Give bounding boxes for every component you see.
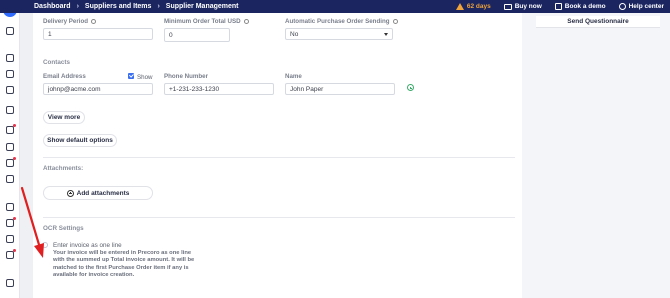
- min-order-label-text: Minimum Order Total USD: [164, 18, 241, 25]
- chevron-right-icon: ›: [76, 3, 79, 10]
- divider: [43, 217, 515, 218]
- receipt-icon[interactable]: [6, 124, 16, 134]
- breadcrumb: Dashboard › Suppliers and Items › Suppli…: [34, 0, 239, 13]
- document-icon[interactable]: [6, 143, 14, 151]
- info-icon[interactable]: [91, 18, 97, 24]
- cart-icon: [503, 3, 512, 10]
- contacts-title: Contacts: [43, 59, 70, 66]
- info-icon[interactable]: [392, 18, 398, 24]
- ocr-description-line: matched to the first Purchase Order item…: [53, 264, 189, 271]
- workflow-icon[interactable]: [6, 54, 14, 62]
- view-more-button[interactable]: View more: [43, 111, 85, 124]
- add-contact-icon[interactable]: [407, 84, 414, 91]
- info-icon[interactable]: [243, 18, 249, 24]
- min-order-label: Minimum Order Total USD: [164, 18, 249, 25]
- invoice-icon[interactable]: [6, 106, 14, 114]
- cart-icon[interactable]: [6, 70, 14, 78]
- help-center-button[interactable]: Help center: [618, 3, 664, 10]
- analytics-icon[interactable]: [6, 235, 14, 243]
- warehouse-icon[interactable]: [6, 175, 14, 183]
- name-input[interactable]: John Paper: [285, 83, 395, 95]
- email-input[interactable]: johnp@acme.com: [43, 83, 153, 95]
- auto-po-label: Automatic Purchase Order Sending: [285, 18, 398, 25]
- sidebar: [0, 0, 20, 298]
- right-panel: Send Questionnaire: [522, 13, 670, 298]
- name-label: Name: [285, 73, 302, 80]
- divider: [43, 157, 515, 158]
- auto-po-select[interactable]: No: [285, 28, 393, 40]
- send-questionnaire-button[interactable]: Send Questionnaire: [536, 16, 660, 28]
- warning-icon: [455, 3, 464, 10]
- show-label: Show: [137, 74, 153, 81]
- top-bar: Dashboard › Suppliers and Items › Suppli…: [0, 0, 670, 13]
- breadcrumb-suppliers-items[interactable]: Suppliers and Items: [85, 3, 152, 10]
- attachments-title: Attachments:: [43, 165, 84, 172]
- trial-days-label: 62 days: [466, 3, 491, 10]
- delivery-period-input[interactable]: 1: [43, 28, 153, 40]
- show-email-checkbox[interactable]: [128, 73, 134, 79]
- ocr-one-line-radio[interactable]: [42, 242, 48, 248]
- ocr-description-line: with the summed up Total invoice amount.…: [53, 257, 195, 264]
- integrations-icon[interactable]: [6, 249, 16, 259]
- buy-now-label: Buy now: [514, 3, 542, 10]
- show-default-options-button[interactable]: Show default options: [43, 134, 117, 147]
- orders-icon[interactable]: [6, 86, 14, 94]
- book-demo-label: Book a demo: [564, 3, 606, 10]
- calendar-icon: [554, 3, 562, 10]
- auto-po-value: No: [290, 30, 299, 38]
- add-attachments-label: Add attachments: [76, 189, 130, 197]
- ocr-settings-title: OCR Settings: [43, 225, 84, 232]
- payment-icon[interactable]: [6, 157, 16, 167]
- email-label: Email Address: [43, 73, 86, 80]
- delivery-period-label-text: Delivery Period: [43, 18, 89, 25]
- book-demo-button[interactable]: Book a demo: [554, 3, 606, 10]
- buy-now-button[interactable]: Buy now: [503, 3, 542, 10]
- ocr-description: Your invoice will be entered in Precoro …: [53, 250, 203, 279]
- settings-icon[interactable]: [6, 279, 14, 287]
- caret-down-icon: [384, 33, 388, 36]
- help-icon: [618, 3, 626, 10]
- breadcrumb-dashboard[interactable]: Dashboard: [34, 3, 71, 10]
- ocr-one-line-label: Enter invoice as one line: [53, 242, 122, 249]
- trial-days-indicator[interactable]: 62 days: [455, 3, 491, 10]
- home-icon[interactable]: [6, 27, 14, 35]
- budget-icon[interactable]: [6, 203, 14, 211]
- auto-po-label-text: Automatic Purchase Order Sending: [285, 18, 390, 25]
- chevron-right-icon: ›: [157, 3, 160, 10]
- ocr-description-line: Your invoice will be entered in Precoro …: [53, 250, 192, 256]
- ocr-description-line: available for invoice creation.: [53, 271, 135, 278]
- phone-label: Phone Number: [164, 73, 209, 80]
- suppliers-icon[interactable]: [6, 217, 16, 227]
- delivery-period-label: Delivery Period: [43, 18, 97, 25]
- add-attachments-button[interactable]: Add attachments: [43, 186, 153, 200]
- breadcrumb-supplier-management: Supplier Management: [165, 3, 239, 10]
- supplier-form: Delivery Period 1 Minimum Order Total US…: [33, 13, 522, 298]
- help-center-label: Help center: [628, 3, 664, 10]
- phone-input[interactable]: +1-231-233-1230: [164, 83, 274, 95]
- plus-circle-icon: [66, 189, 74, 197]
- min-order-input[interactable]: 0: [164, 28, 230, 42]
